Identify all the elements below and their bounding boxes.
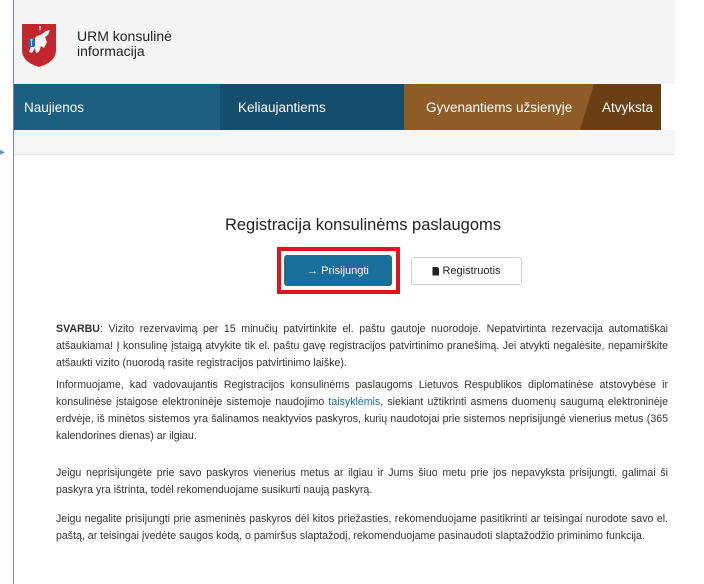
nav-item-gyvenantiems-uzsienyje[interactable]: Gyvenantiems užsienyje <box>404 84 594 130</box>
nav-item-keliaujantiems[interactable]: Keliaujantiems <box>220 84 418 130</box>
important-notice-text: : Vizito rezervavimą per 15 minučių patv… <box>56 323 668 369</box>
rules-link[interactable]: taisyklėmis <box>328 396 380 408</box>
site-title[interactable]: URM konsulinė informacija <box>77 29 172 59</box>
breadcrumb-band <box>14 130 675 155</box>
site-header: URM konsulinė informacija <box>14 0 675 84</box>
inactive-accounts-paragraph: Informuojame, kad vadovaujantis Registra… <box>56 377 668 445</box>
page-title: Registracija konsulinėms paslaugoms <box>224 216 502 234</box>
site-title-line1: URM konsulinė <box>77 28 172 44</box>
register-button[interactable]: Registruotis <box>411 257 522 285</box>
important-label: SVARBU <box>56 323 100 335</box>
browser-page: URM konsulinė informacija Naujienos Keli… <box>13 0 675 584</box>
register-button-label: Registruotis <box>442 265 501 277</box>
login-help-paragraph: Jeigu negalite prisijungti prie asmeninė… <box>56 513 668 542</box>
nav-item-atvykstantiems[interactable]: Atvyksta <box>580 84 661 130</box>
main-navigation: Naujienos Keliaujantiems Gyvenantiems už… <box>14 84 675 130</box>
login-button[interactable]: → Prisijungti <box>284 255 392 286</box>
nav-item-naujienos[interactable]: Naujienos <box>14 84 234 130</box>
lithuania-coat-of-arms-logo[interactable] <box>20 22 58 68</box>
page-edge-marker: ▸ <box>0 147 6 158</box>
document-icon <box>432 266 440 276</box>
important-notice-paragraph: SVARBU: Vizito rezervavimą per 15 minuči… <box>56 321 668 372</box>
deleted-account-paragraph: Jeigu neprisijungėte prie savo paskyros … <box>56 467 668 496</box>
site-title-line2: informacija <box>77 43 145 59</box>
